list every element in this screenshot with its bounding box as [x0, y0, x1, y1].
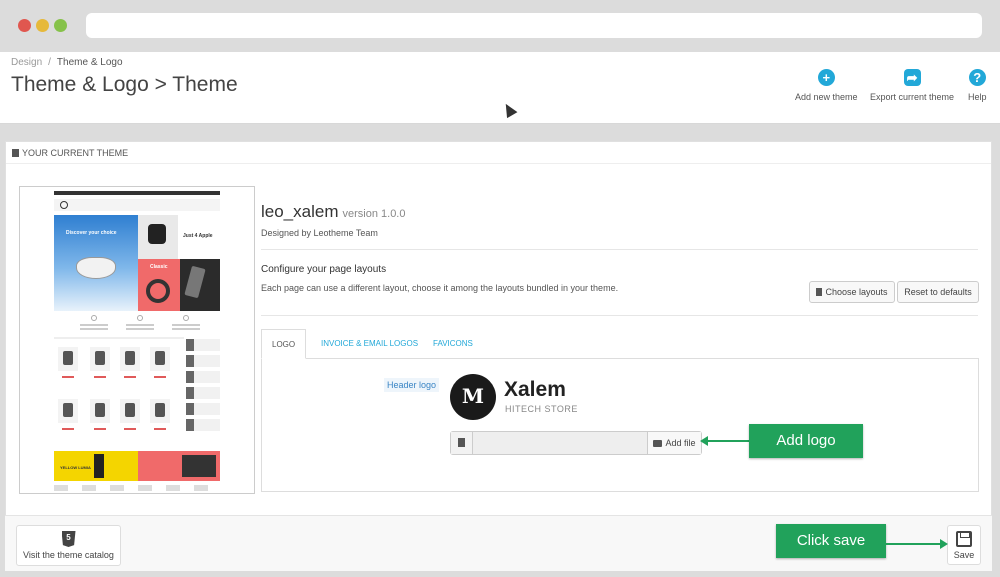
preview-topbar [54, 191, 220, 195]
preview-product [90, 399, 110, 430]
breadcrumb-design-link[interactable]: Design [11, 57, 42, 68]
preview-promo-text: Just 4 Apple [183, 233, 213, 239]
page-title: Theme & Logo > Theme [11, 73, 238, 96]
preview-product [58, 347, 78, 378]
add-new-theme-label: Add new theme [795, 92, 858, 102]
close-window-icon[interactable] [18, 19, 31, 32]
breadcrumb-current: Theme & Logo [56, 57, 123, 68]
xalem-logo-icon: M [450, 374, 496, 420]
logo-mark-letter: M [461, 384, 485, 408]
theme-author: Designed by Leotheme Team [261, 228, 378, 238]
theme-name-text: leo_xalem [261, 202, 339, 221]
question-circle-icon: ? [968, 69, 986, 86]
preview-hero-text: Discover your choice [66, 230, 117, 236]
preview-product [58, 399, 78, 430]
folder-open-icon [653, 440, 663, 447]
tab-favicons[interactable]: FAVICONS [423, 329, 483, 359]
choose-layouts-label: Choose layouts [825, 287, 888, 297]
floppy-disk-icon [956, 531, 972, 547]
preview-red-banner [138, 451, 220, 481]
preview-feature [166, 315, 206, 331]
help-label: Help [968, 92, 987, 102]
preview-logo [60, 201, 68, 209]
logo-tabs: LOGO INVOICE & EMAIL LOGOS FAVICONS [261, 329, 979, 359]
preview-navbar [54, 199, 220, 211]
panel-heading-label: YOUR CURRENT THEME [22, 148, 129, 158]
add-new-theme-button[interactable]: + Add new theme [795, 69, 858, 102]
preview-drone [76, 257, 116, 279]
breadcrumb-separator: / [48, 57, 51, 68]
preview-section-title [54, 337, 184, 339]
file-icon [816, 288, 823, 296]
plus-circle-icon: + [817, 69, 835, 86]
visit-theme-catalog-button[interactable]: 5 Visit the theme catalog [16, 525, 121, 566]
preview-feature [120, 315, 160, 331]
logo-tagline: HITECH STORE [505, 404, 578, 414]
html5-icon [12, 149, 19, 157]
click-save-arrow [886, 539, 948, 549]
preview-headphones [146, 279, 170, 303]
file-icon [451, 432, 473, 454]
layouts-description: Each page can use a different layout, ch… [261, 283, 619, 293]
current-theme-panel: YOUR CURRENT THEME Discover your choice … [5, 141, 992, 571]
save-label: Save [953, 550, 975, 560]
logo-file-input[interactable] [473, 432, 647, 454]
theme-preview-image: Discover your choice Just 4 Apple Classi… [19, 186, 255, 494]
add-logo-arrow [700, 436, 749, 446]
preview-feature [74, 315, 114, 331]
panel-heading: YOUR CURRENT THEME [6, 142, 991, 164]
preview-sidebar-list [186, 339, 220, 449]
maximize-window-icon[interactable] [54, 19, 67, 32]
export-current-theme-label: Export current theme [870, 92, 955, 102]
preview-product [150, 347, 170, 378]
layouts-title: Configure your page layouts [261, 264, 387, 275]
preview-classic-text: Classic [150, 264, 168, 270]
visit-theme-catalog-label: Visit the theme catalog [23, 550, 114, 560]
page-header: Design / Theme & Logo Theme & Logo > Theme… [0, 52, 1000, 124]
preview-brand-logos [54, 485, 220, 491]
add-file-label: Add file [665, 438, 696, 448]
minimize-window-icon[interactable] [36, 19, 49, 32]
preview-product [120, 347, 140, 378]
breadcrumb: Design / Theme & Logo [11, 57, 123, 68]
choose-layouts-button[interactable]: Choose layouts [809, 281, 895, 303]
tab-invoice-email-logos[interactable]: INVOICE & EMAIL LOGOS [311, 329, 428, 359]
html5-icon: 5 [61, 531, 76, 547]
help-button[interactable]: ? Help [968, 69, 987, 102]
tab-logo[interactable]: LOGO [261, 329, 307, 359]
export-current-theme-button[interactable]: ➦ Export current theme [870, 69, 954, 102]
preview-yellow-text: YELLOW LUMIA [60, 465, 91, 470]
preview-product [90, 347, 110, 378]
add-file-button[interactable]: Add file [647, 432, 701, 454]
add-logo-callout: Add logo [749, 424, 863, 458]
theme-version: version 1.0.0 [342, 208, 406, 220]
share-icon: ➦ [903, 69, 921, 86]
save-button[interactable]: Save [947, 525, 981, 565]
theme-name: leo_xalem version 1.0.0 [261, 202, 405, 222]
address-bar[interactable] [86, 13, 982, 38]
preview-product [150, 399, 170, 430]
logo-file-upload: Add file [450, 431, 702, 455]
logo-name: Xalem [504, 378, 566, 401]
click-save-callout: Click save [776, 524, 886, 558]
header-logo-label: Header logo [384, 378, 440, 392]
browser-chrome [0, 0, 1000, 52]
logo-tab-content: Header logo M Xalem HITECH STORE Add fil… [261, 358, 979, 492]
divider [261, 315, 978, 316]
reset-to-defaults-button[interactable]: Reset to defaults [897, 281, 979, 303]
preview-watch [148, 224, 166, 244]
preview-product [120, 399, 140, 430]
divider [261, 249, 978, 250]
